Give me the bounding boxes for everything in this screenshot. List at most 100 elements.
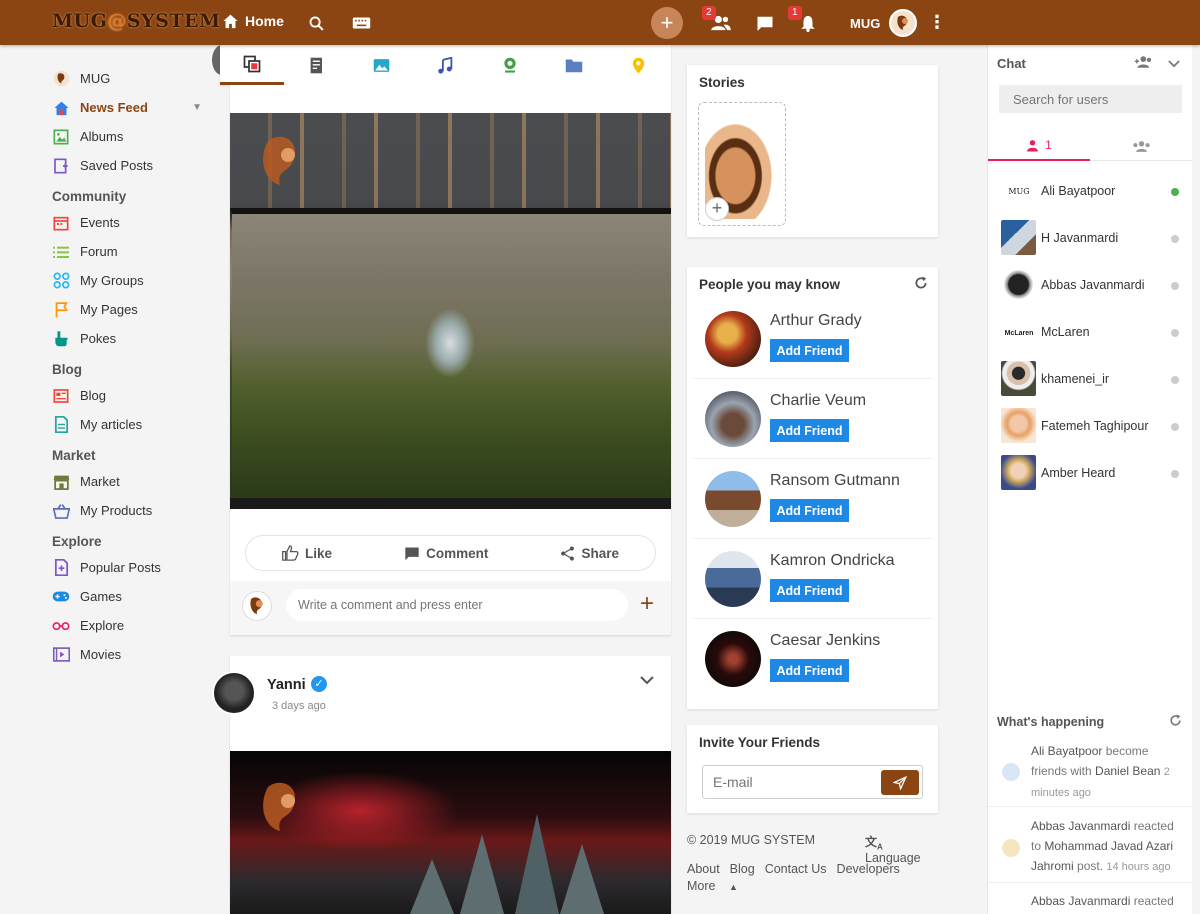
sidebar-item-market[interactable]: Market bbox=[52, 467, 212, 496]
more-menu-icon[interactable]: ⋮ bbox=[928, 12, 946, 33]
sidebar-item-forum[interactable]: Forum bbox=[52, 237, 212, 266]
activity-actor[interactable]: Abbas Javanmardi bbox=[1031, 819, 1130, 833]
activity-actor[interactable]: Ali Bayatpoor bbox=[1031, 744, 1102, 758]
footer-link-developers[interactable]: Developers bbox=[837, 862, 900, 876]
create-button[interactable]: + bbox=[651, 7, 683, 39]
sidebar-item-pokes[interactable]: Pokes bbox=[52, 324, 212, 353]
refresh-icon[interactable] bbox=[914, 276, 928, 294]
contact-avatar bbox=[1001, 267, 1036, 302]
post-photo[interactable] bbox=[230, 113, 671, 509]
add-group-chat-icon[interactable] bbox=[1134, 55, 1154, 72]
sidebar-item-profile[interactable]: MUG bbox=[52, 64, 212, 93]
search-icon[interactable] bbox=[305, 12, 327, 34]
post-author-name[interactable]: Yanni bbox=[267, 677, 306, 693]
add-friend-button[interactable]: Add Friend bbox=[770, 659, 849, 682]
sidebar-item-my-groups[interactable]: My Groups bbox=[52, 266, 212, 295]
sidebar-item-events[interactable]: Events bbox=[52, 208, 212, 237]
chat-contact[interactable]: MUG Ali Bayatpoor bbox=[1001, 173, 1181, 211]
sidebar-item-saved-posts[interactable]: Saved Posts bbox=[52, 151, 212, 180]
sidebar-item-popular-posts[interactable]: Popular Posts bbox=[52, 553, 212, 582]
send-invite-button[interactable] bbox=[881, 770, 919, 795]
activity-item[interactable]: Abbas Javanmardi reacted to Mohammad Jav… bbox=[988, 815, 1193, 883]
pymk-list: Arthur Grady Add Friend Charlie Veum Add… bbox=[687, 299, 938, 699]
tab-article[interactable] bbox=[284, 45, 348, 85]
commenter-avatar[interactable] bbox=[242, 591, 272, 621]
sidebar-item-news-feed[interactable]: News Feed ▼ bbox=[52, 93, 212, 122]
chat-contact[interactable]: khamenei_ir bbox=[1001, 361, 1181, 399]
sidebar-item-games[interactable]: Games bbox=[52, 582, 212, 611]
footer-link-about[interactable]: About bbox=[687, 862, 720, 876]
comment-button[interactable]: Comment bbox=[404, 546, 488, 561]
online-status-dot bbox=[1171, 282, 1179, 290]
chat-contact[interactable]: Amber Heard bbox=[1001, 455, 1181, 493]
sidebar-item-label: Market bbox=[80, 474, 120, 489]
person-avatar[interactable] bbox=[705, 471, 761, 527]
sidebar-item-my-articles[interactable]: My articles bbox=[52, 410, 212, 439]
person-name[interactable]: Caesar Jenkins bbox=[770, 632, 880, 650]
post-photo[interactable] bbox=[230, 751, 671, 914]
sidebar-item-explore[interactable]: Explore bbox=[52, 611, 212, 640]
post-author-avatar[interactable] bbox=[212, 671, 256, 715]
tab-photo[interactable] bbox=[349, 45, 413, 85]
tab-online-users[interactable]: 1 bbox=[988, 131, 1090, 161]
sidebar-item-movies[interactable]: Movies bbox=[52, 640, 212, 669]
add-story-icon[interactable]: + bbox=[705, 197, 729, 221]
person-name[interactable]: Ransom Gutmann bbox=[770, 472, 900, 490]
gamepad-icon bbox=[52, 588, 70, 606]
reaction-activity-icon bbox=[1002, 839, 1020, 857]
person-name[interactable]: Arthur Grady bbox=[770, 312, 862, 330]
like-button[interactable]: Like bbox=[282, 545, 332, 561]
home-link[interactable]: Home bbox=[222, 13, 284, 29]
person-avatar[interactable] bbox=[705, 551, 761, 607]
footer-more-link[interactable]: More ▲ bbox=[687, 879, 748, 893]
add-friend-button[interactable]: Add Friend bbox=[770, 499, 849, 522]
user-avatar[interactable] bbox=[889, 9, 917, 37]
person-avatar[interactable] bbox=[705, 391, 761, 447]
chat-collapse-chevron-icon[interactable] bbox=[1168, 55, 1180, 71]
comment-input[interactable] bbox=[286, 589, 628, 621]
chat-search-input[interactable] bbox=[999, 85, 1182, 113]
sidebar-item-albums[interactable]: Albums bbox=[52, 122, 212, 151]
refresh-icon[interactable] bbox=[1169, 714, 1182, 730]
tab-music[interactable] bbox=[413, 45, 477, 85]
contact-name: Abbas Javanmardi bbox=[1041, 278, 1145, 292]
add-attachment-icon[interactable]: + bbox=[640, 590, 654, 618]
person-name[interactable]: Kamron Ondricka bbox=[770, 552, 895, 570]
friend-requests-badge: 2 bbox=[702, 6, 716, 20]
tab-live-video[interactable] bbox=[478, 45, 542, 85]
activity-target[interactable]: Daniel Bean bbox=[1095, 764, 1160, 778]
create-story-tile[interactable]: + bbox=[698, 102, 786, 226]
activity-item[interactable]: Ali Bayatpoor become friends with Daniel… bbox=[988, 739, 1193, 807]
add-friend-button[interactable]: Add Friend bbox=[770, 579, 849, 602]
chat-contact[interactable]: Abbas Javanmardi bbox=[1001, 267, 1181, 305]
location-tab-icon bbox=[633, 57, 645, 73]
footer-link-blog[interactable]: Blog bbox=[730, 862, 755, 876]
sidebar-item-my-products[interactable]: My Products bbox=[52, 496, 212, 525]
share-button[interactable]: Share bbox=[560, 546, 619, 561]
activity-actor[interactable]: Abbas Javanmardi bbox=[1031, 894, 1130, 908]
person-avatar[interactable] bbox=[705, 311, 761, 367]
tab-groups[interactable] bbox=[1090, 131, 1193, 161]
post-options-chevron-icon[interactable] bbox=[640, 672, 654, 688]
sidebar-item-my-pages[interactable]: My Pages bbox=[52, 295, 212, 324]
site-logo[interactable]: MUG@SYSTEM bbox=[52, 10, 221, 32]
post-timestamp[interactable]: 3 days ago bbox=[272, 700, 326, 712]
sidebar-item-blog[interactable]: Blog bbox=[52, 381, 212, 410]
chat-contact[interactable]: McLaren McLaren bbox=[1001, 314, 1181, 352]
person-name[interactable]: Charlie Veum bbox=[770, 392, 866, 410]
add-friend-button[interactable]: Add Friend bbox=[770, 339, 849, 362]
tab-file[interactable] bbox=[542, 45, 606, 85]
footer-link-contact[interactable]: Contact Us bbox=[765, 862, 827, 876]
username-label[interactable]: MUG bbox=[850, 16, 880, 31]
add-friend-button[interactable]: Add Friend bbox=[770, 419, 849, 442]
keyboard-icon[interactable] bbox=[350, 12, 372, 34]
chat-contact[interactable]: Fatemeh Taghipour bbox=[1001, 408, 1181, 446]
activity-item[interactable]: Abbas Javanmardi reacted bbox=[988, 890, 1193, 914]
tab-text-post[interactable] bbox=[220, 45, 285, 85]
chat-contact[interactable]: H Javanmardi bbox=[1001, 220, 1181, 258]
caret-down-icon[interactable]: ▼ bbox=[192, 102, 202, 113]
messages-icon[interactable] bbox=[754, 12, 776, 34]
tab-location[interactable] bbox=[607, 45, 671, 85]
music-tab-icon bbox=[438, 56, 453, 74]
person-avatar[interactable] bbox=[705, 631, 761, 687]
